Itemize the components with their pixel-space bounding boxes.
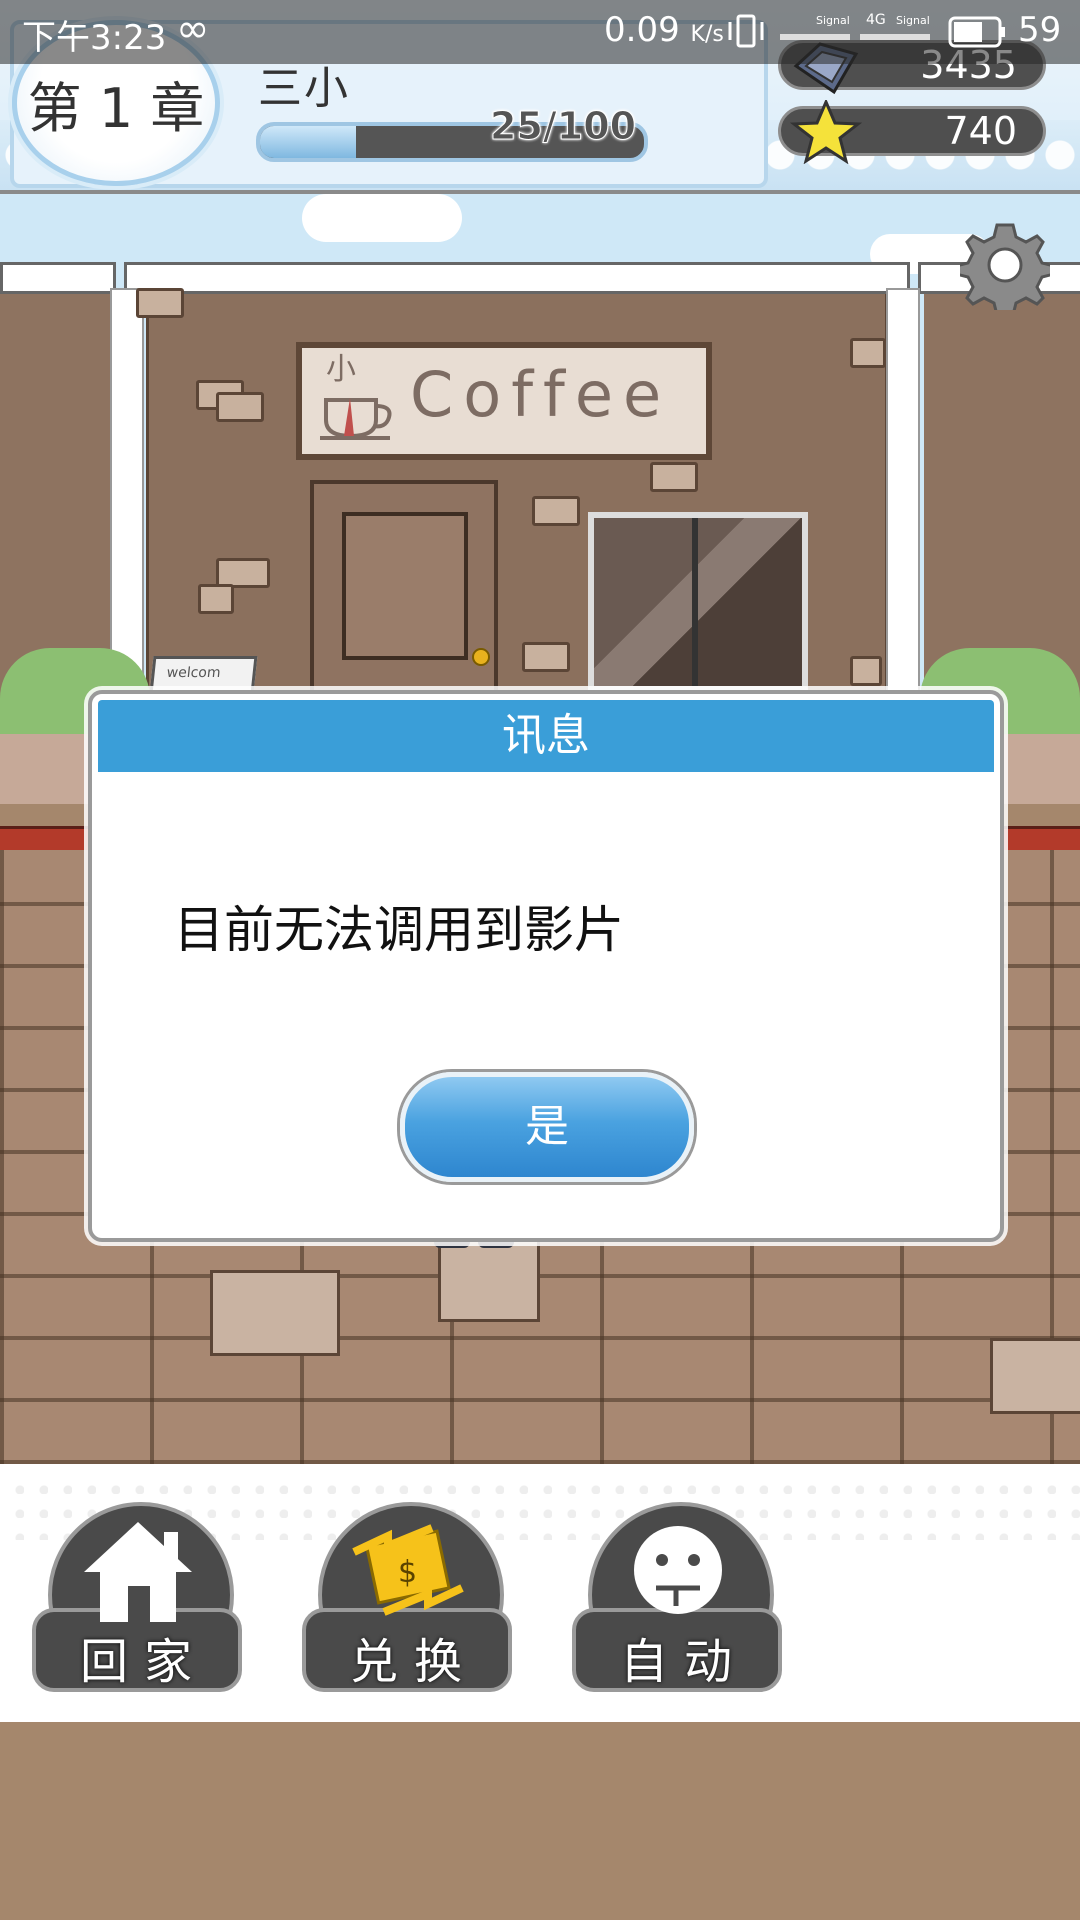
- message-dialog: 讯息 目前无法调用到影片 是: [88, 690, 1004, 1242]
- dialog-overlay: 讯息 目前无法调用到影片 是: [0, 0, 1080, 1920]
- dialog-message: 目前无法调用到影片: [174, 901, 624, 959]
- confirm-button[interactable]: 是: [400, 1072, 694, 1182]
- dialog-title: 讯息: [98, 700, 994, 772]
